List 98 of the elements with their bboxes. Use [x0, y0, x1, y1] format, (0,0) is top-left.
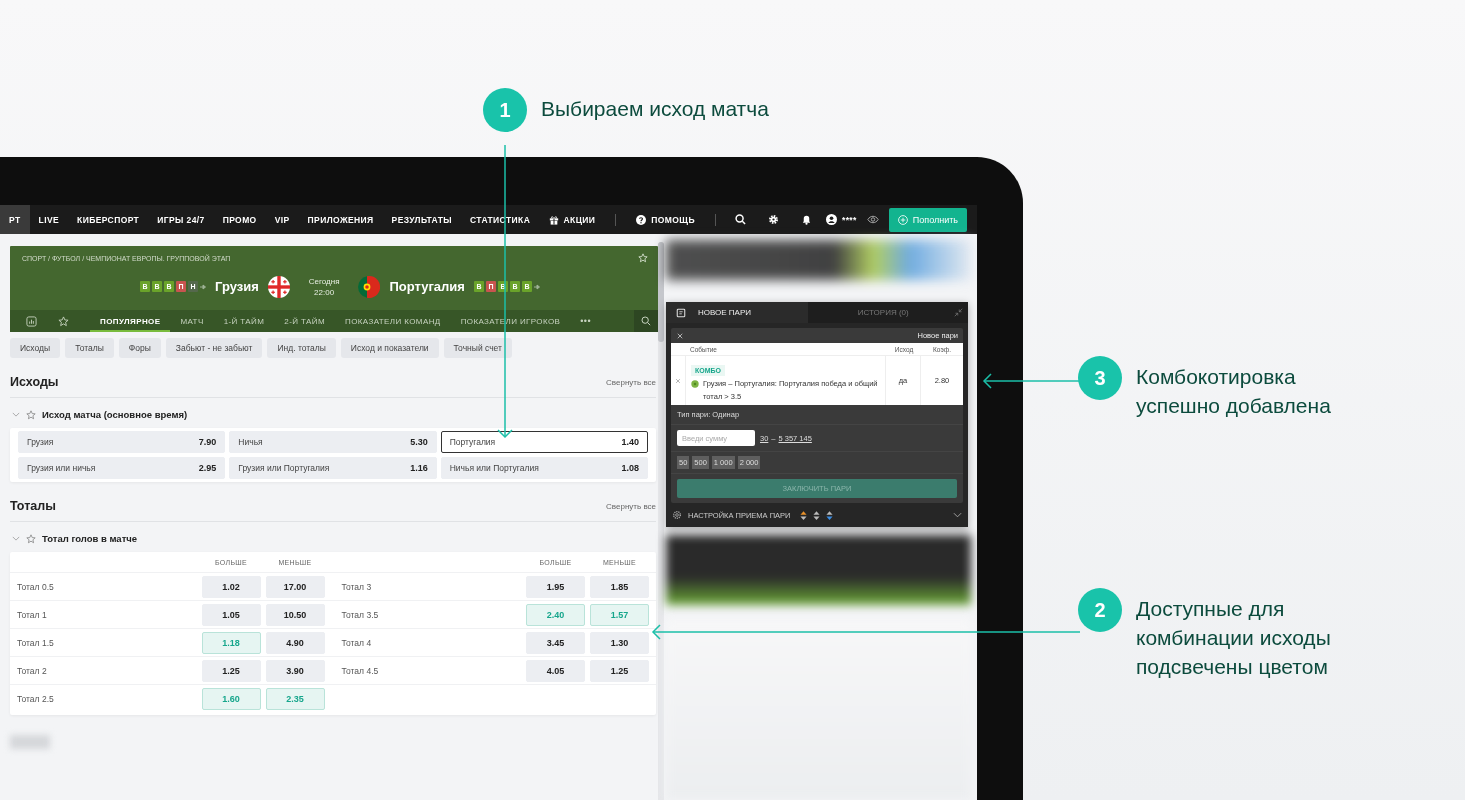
filter-chip[interactable]: Точный счет: [443, 338, 512, 358]
close-icon[interactable]: [677, 332, 683, 339]
account-button[interactable]: ****: [825, 214, 857, 225]
annotation-text: Выбираем исход матча: [541, 96, 769, 122]
total-label: Тотал 2.5: [17, 693, 55, 704]
filter-chip[interactable]: Тоталы: [65, 338, 114, 358]
total-label: Тотал 3: [341, 581, 373, 592]
annotation-text: Комбокотировка успешно добавлена: [1136, 364, 1331, 419]
star-icon[interactable]: [58, 315, 69, 327]
help-link[interactable]: ПОМОЩЬ: [627, 205, 704, 234]
section-title: Исходы: [10, 375, 59, 389]
filter-chip[interactable]: Забьют - не забьют: [165, 338, 263, 358]
odds-button[interactable]: 3.45: [526, 631, 585, 654]
outcome-button[interactable]: Грузия 7.90: [18, 431, 226, 453]
bell-icon[interactable]: [800, 214, 812, 225]
scrollbar-thumb[interactable]: [658, 242, 664, 342]
gift-icon: [548, 214, 559, 225]
market-title: Тотал голов в матче: [42, 533, 138, 544]
up-down-icon[interactable]: [800, 510, 808, 520]
star-icon[interactable]: [26, 533, 36, 544]
section-title: Тоталы: [10, 499, 56, 513]
nav-link[interactable]: СТАТИСТИКА: [461, 205, 540, 234]
nav-link[interactable]: РТ: [0, 205, 30, 234]
ticket-icon: [676, 307, 686, 318]
outcome-button[interactable]: Грузия или Португалия 1.16: [229, 457, 437, 479]
collapse-all-link[interactable]: Свернуть все: [606, 377, 656, 387]
filter-chip[interactable]: Исход и показатели: [340, 338, 439, 358]
bet-slip-tab[interactable]: ИСТОРИЯ (0): [807, 302, 949, 323]
nav-link[interactable]: РЕЗУЛЬТАТЫ: [382, 205, 461, 234]
ball-icon: [691, 379, 699, 388]
market-tab[interactable]: ПОКАЗАТЕЛИ КОМАНД: [335, 310, 451, 332]
odds-button[interactable]: 10.50: [265, 603, 325, 626]
up-down-icon[interactable]: [826, 510, 834, 520]
market-tab[interactable]: МАТЧ: [170, 310, 214, 332]
step-number-badge: 1: [483, 88, 527, 132]
more-button[interactable]: •••: [570, 310, 601, 332]
chevron-icon[interactable]: [953, 512, 962, 518]
total-label: Тотал 4: [341, 637, 373, 648]
match-time: 22:00: [314, 286, 335, 298]
arrow-icon: [533, 283, 540, 290]
search-icon: [641, 316, 651, 326]
outcome-button[interactable]: Ничья 5.30: [229, 431, 437, 453]
step-number-badge: 3: [1078, 356, 1122, 400]
annotation-text: Доступные для комбинации исходы подсвечены цветом: [1136, 596, 1331, 680]
nav-link[interactable]: LIVE: [29, 205, 69, 234]
outcome-button[interactable]: Грузия или ничья 2.95: [18, 457, 226, 479]
blurred-content: [10, 735, 50, 749]
odds-button[interactable]: 4.90: [265, 631, 325, 654]
search-button[interactable]: [634, 310, 658, 332]
stats-icon[interactable]: [26, 315, 37, 327]
market-tab[interactable]: 2-Й ТАЙМ: [274, 310, 335, 332]
nav-link[interactable]: ПРИЛОЖЕНИЯ: [298, 205, 383, 234]
total-label: Тотал 4.5: [341, 665, 380, 676]
nav-link[interactable]: ИГРЫ 24/7: [148, 205, 214, 234]
filter-chip[interactable]: Исходы: [10, 338, 61, 358]
help-icon: [636, 214, 647, 225]
total-label: Тотал 1: [17, 609, 48, 620]
market-tab[interactable]: ПОПУЛЯРНОЕ: [90, 310, 171, 332]
nav-link[interactable]: ПРОМО: [213, 205, 266, 234]
outcome-button[interactable]: Португалия 1.40: [440, 431, 648, 453]
user-icon: [825, 214, 837, 225]
odds-button[interactable]: 1.30: [590, 631, 649, 654]
odds-button[interactable]: 17.00: [265, 575, 325, 598]
filter-chip[interactable]: Инд. тоталы: [267, 338, 336, 358]
team-name: Грузия: [215, 279, 259, 294]
flag-icon: [358, 275, 381, 298]
total-label: Тотал 1.5: [17, 637, 55, 648]
star-icon[interactable]: [26, 409, 36, 420]
odds-button[interactable]: 1.05: [201, 603, 261, 626]
outcome-button[interactable]: Ничья или Португалия 1.08: [440, 457, 648, 479]
team-name: Португалия: [389, 279, 465, 294]
total-label: Тотал 3.5: [341, 609, 380, 620]
filter-chip[interactable]: Форы: [118, 338, 161, 358]
odds-button[interactable]: 1.02: [201, 575, 261, 598]
bet-slip-tab[interactable]: НОВОЕ ПАРИ: [666, 302, 808, 323]
match-date: Сегодня: [308, 275, 340, 287]
search-icon[interactable]: [734, 214, 746, 225]
total-label: Тотал 0.5: [17, 581, 55, 592]
flag-icon: [267, 275, 290, 298]
odds-button[interactable]: 1.85: [590, 575, 649, 598]
odds-button[interactable]: 3.90: [265, 659, 325, 682]
step-number-badge: 2: [1078, 588, 1122, 632]
promo-link[interactable]: АКЦИИ: [539, 205, 605, 234]
odds-button[interactable]: 1.95: [526, 575, 585, 598]
market-title: Исход матча (основное время): [42, 409, 188, 420]
collapse-icon[interactable]: [954, 308, 963, 317]
total-label: Тотал 2: [17, 665, 48, 676]
odds-button[interactable]: 1.25: [590, 659, 649, 682]
eye-icon[interactable]: [866, 214, 879, 225]
nav-link[interactable]: КИБЕРСПОРТ: [68, 205, 149, 234]
up-down-icon[interactable]: [813, 510, 821, 520]
market-tab[interactable]: 1-Й ТАЙМ: [213, 310, 275, 332]
collapse-all-link[interactable]: Свернуть все: [606, 501, 656, 511]
plus-icon: [897, 214, 908, 225]
odds-button[interactable]: 4.05: [526, 659, 585, 682]
arrow-icon: [200, 283, 207, 290]
nav-link[interactable]: VIP: [265, 205, 299, 234]
odds-button[interactable]: 1.25: [201, 659, 261, 682]
